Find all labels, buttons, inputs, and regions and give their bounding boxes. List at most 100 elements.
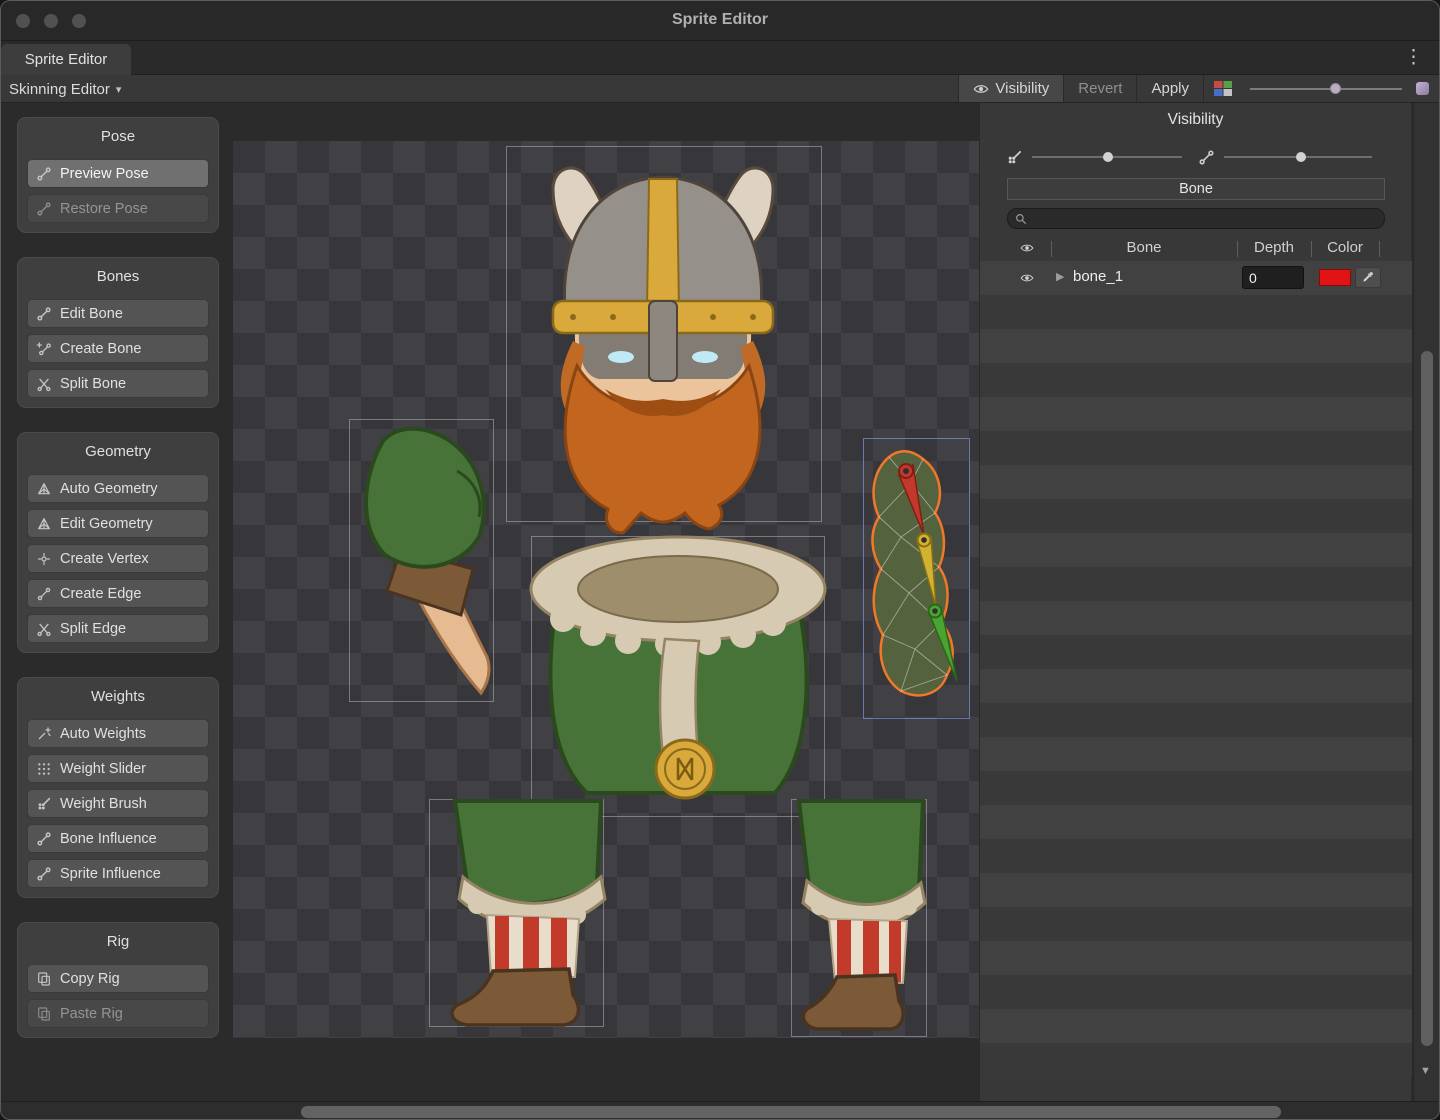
editor-mode-dropdown[interactable]: Skinning Editor ▾ [9,75,121,103]
mitten-sprite[interactable] [366,429,489,693]
geometry-group: Geometry Auto Geometry Edit Geometry Cre… [17,432,219,653]
bone-search-input[interactable] [1032,209,1380,228]
horizontal-scrollbar[interactable] [1,1101,1440,1120]
bone-visibility-eye-icon[interactable] [1018,271,1036,285]
bone-search [1007,208,1385,229]
edit-geometry-icon [36,516,52,532]
button-label: Sprite Influence [60,866,161,882]
copy-rig-icon [36,971,52,987]
paste-rig-button[interactable]: Paste Rig [27,999,209,1028]
mesh-opacity-icon [1198,149,1215,166]
torso-sprite[interactable] [531,537,825,798]
bone-opacity-icon [1006,149,1023,166]
bone-filter-button[interactable]: Bone [1007,178,1385,200]
copy-rig-button[interactable]: Copy Rig [27,964,209,993]
bone-influence-button[interactable]: Bone Influence [27,824,209,853]
weight-slider-button[interactable]: Weight Slider [27,754,209,783]
overlay-toggle-button[interactable] [1412,75,1439,102]
button-label: Split Bone [60,376,126,392]
rig-group-title: Rig [27,929,209,958]
scroll-down-icon[interactable]: ▼ [1420,1065,1431,1077]
auto-geometry-button[interactable]: Auto Geometry [27,474,209,503]
bone-name: bone_1 [1073,268,1123,285]
preview-pose-button[interactable]: Preview Pose [27,159,209,188]
weight-brush-icon [36,796,52,812]
bone-opacity-slider[interactable] [1032,156,1182,158]
button-label: Split Edge [60,621,126,637]
edit-geometry-button[interactable]: Edit Geometry [27,509,209,538]
edit-bone-button[interactable]: Edit Bone [27,299,209,328]
weights-group-title: Weights [27,684,209,713]
bone-color-swatch[interactable] [1319,269,1351,286]
button-label: Preview Pose [60,166,149,182]
bones-group: Bones Edit Bone Create Bone Split Bone [17,257,219,408]
geometry-group-title: Geometry [27,439,209,468]
visibility-panel: Visibility Bone Bone Depth Color [979,103,1411,1101]
button-label: Bone Influence [60,831,157,847]
apply-button[interactable]: Apply [1136,75,1203,102]
create-edge-button[interactable]: Create Edge [27,579,209,608]
auto-weights-button[interactable]: Auto Weights [27,719,209,748]
toolbar-right: Visibility Revert Apply [958,75,1439,102]
disclosure-icon[interactable]: ▶ [1056,270,1064,283]
button-label: Restore Pose [60,201,148,217]
mesh-opacity-knob[interactable] [1296,152,1306,162]
zoom-slider-track[interactable] [1250,88,1402,90]
split-bone-button[interactable]: Split Bone [27,369,209,398]
left-boot-sprite[interactable] [452,801,605,1025]
create-edge-icon [36,586,52,602]
button-label: Create Vertex [60,551,149,567]
button-label: Create Edge [60,586,141,602]
weight-slider-icon [36,761,52,777]
visibility-toggle-button[interactable]: Visibility [958,75,1063,102]
bone-table: ▶ bone_1 [980,261,1412,1077]
zoom-slider[interactable] [1242,75,1412,102]
vertical-scrollbar[interactable]: ▼ [1413,103,1440,1101]
create-bone-button[interactable]: Create Bone [27,334,209,363]
visibility-toggle-label: Visibility [995,80,1049,97]
paste-rig-icon [36,1006,52,1022]
color-channels-button[interactable] [1203,75,1242,102]
editor-mode-label: Skinning Editor [9,81,110,98]
tool-sidebar: Pose Preview Pose Restore Pose Bones Edi… [17,117,219,1038]
depth-column-header: Depth [1238,239,1310,256]
bone-depth-input[interactable] [1242,266,1304,289]
eye-column-icon[interactable] [1018,241,1036,255]
bone-row[interactable]: ▶ bone_1 [980,261,1412,295]
button-label: Copy Rig [60,971,120,987]
mesh-opacity-slider[interactable] [1224,156,1372,158]
overlay-icon [1416,82,1429,95]
sprite-influence-button[interactable]: Sprite Influence [27,859,209,888]
sprite-canvas[interactable] [233,141,979,1038]
button-label: Weight Slider [60,761,146,777]
zoom-slider-knob[interactable] [1330,83,1341,94]
create-vertex-button[interactable]: Create Vertex [27,544,209,573]
sprite-influence-icon [36,866,52,882]
weight-brush-button[interactable]: Weight Brush [27,789,209,818]
horizontal-scrollbar-thumb[interactable] [301,1106,1281,1118]
button-label: Edit Geometry [60,516,153,532]
auto-geometry-icon [36,481,52,497]
right-boot-sprite[interactable] [799,801,925,1029]
titlebar: Sprite Editor [1,1,1439,41]
rigged-arm-sprite[interactable] [872,451,957,695]
sprite-artwork [233,141,979,1038]
split-edge-button[interactable]: Split Edge [27,614,209,643]
restore-pose-button[interactable]: Restore Pose [27,194,209,223]
create-vertex-icon [36,551,52,567]
bone-influence-icon [36,831,52,847]
sprite-editor-window: Sprite Editor Sprite Editor ⋮ Skinning E… [0,0,1440,1120]
bone-opacity-knob[interactable] [1103,152,1113,162]
tab-sprite-editor[interactable]: Sprite Editor [1,44,131,75]
vertical-scrollbar-thumb[interactable] [1421,351,1433,1046]
color-picker-button[interactable] [1355,267,1381,288]
visibility-panel-title: Visibility [980,111,1411,129]
toolbar: Skinning Editor ▾ Visibility Revert Appl… [1,75,1439,103]
window-title: Sprite Editor [1,11,1439,29]
tabbar: Sprite Editor ⋮ [1,41,1439,75]
button-label: Weight Brush [60,796,147,812]
revert-button[interactable]: Revert [1063,75,1136,102]
kebab-menu-icon[interactable]: ⋮ [1404,46,1423,69]
preview-pose-icon [36,166,52,182]
head-sprite[interactable] [553,168,773,533]
